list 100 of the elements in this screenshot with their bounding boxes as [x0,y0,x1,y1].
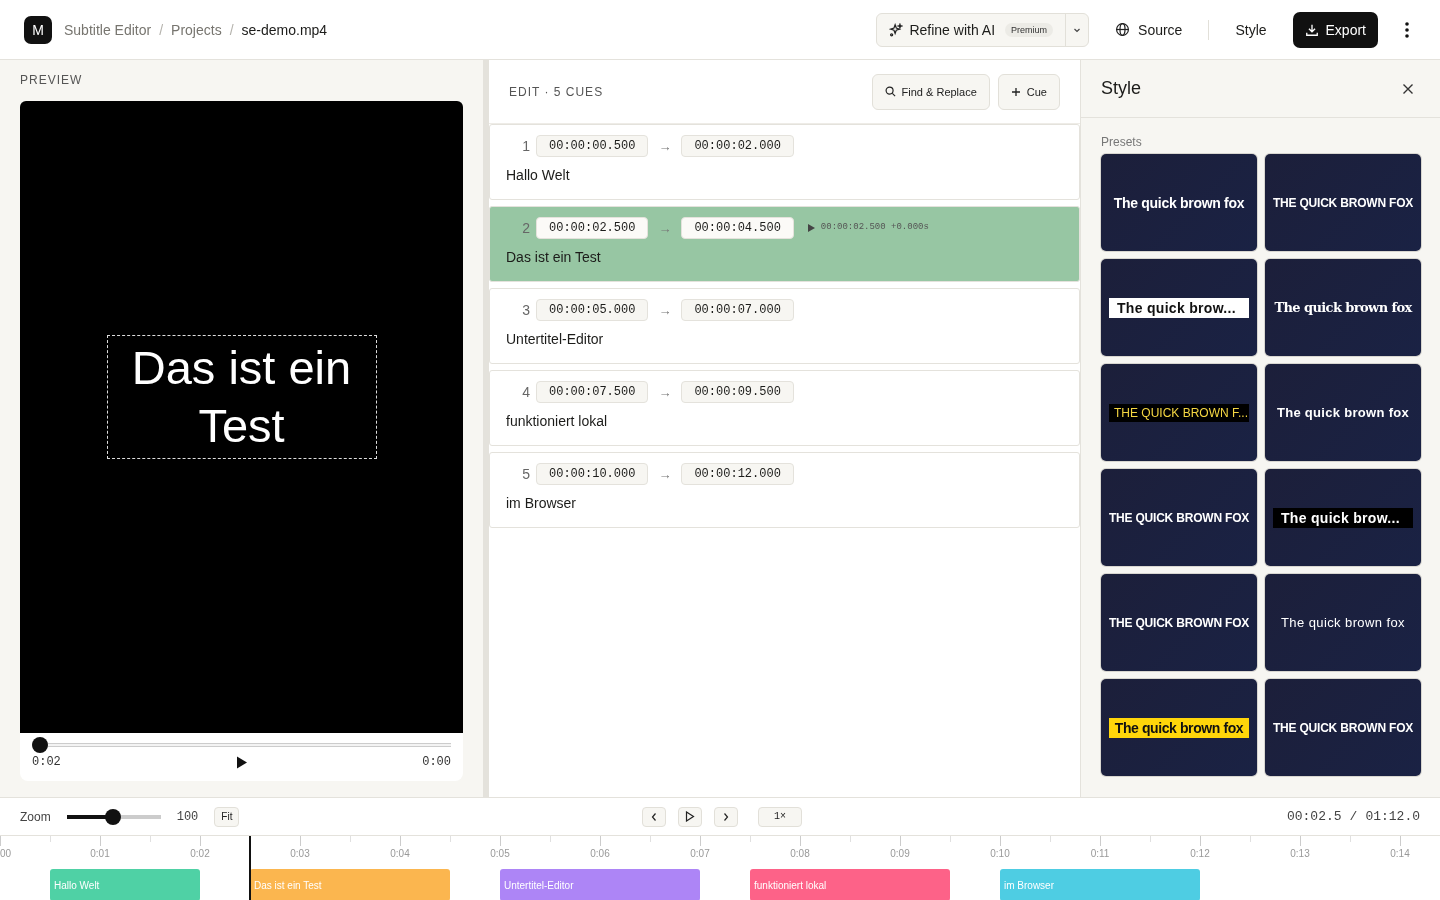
time-tick-label: 0:02 [190,848,210,859]
breadcrumb-separator: / [229,21,234,38]
style-preset[interactable]: THE QUICK BROWN FOX [1101,574,1257,671]
end-time-field[interactable]: 00:00:07.000 [681,299,794,321]
arrow-glyph: → [658,466,672,482]
refine-button[interactable]: Refine with AI Premium [877,13,1067,46]
time-tick-label: 0:05 [490,848,510,859]
time-tick-label: 0:08 [790,848,810,859]
preset-sample: THE QUICK BROWN FOX [1272,195,1414,210]
playhead-position: 00:00:02.500 +0.000s [820,222,929,232]
end-time-field[interactable]: 00:00:12.000 [681,463,794,485]
cue-text[interactable]: im Browser [506,495,1063,511]
breadcrumb-link[interactable]: Subtitle Editor [64,21,152,38]
style-preset[interactable]: The quick brown fox [1265,574,1421,671]
time-tick-label: 0:13 [1290,848,1310,859]
preset-sample: THE QUICK BROWN FOX [1108,615,1250,630]
seek-thumb[interactable] [32,737,49,753]
preview-heading: PREVIEW [20,73,84,87]
preset-sample: The quick brown fox [1274,300,1412,315]
cue-card[interactable]: 3 00:00:05.000 → 00:00:07.000 Untertitel-Editor [489,288,1080,364]
preset-sample: The quick brown fox [1281,615,1405,630]
style-preset[interactable]: THE QUICK BROWN FOX [1101,469,1257,566]
cue-text[interactable]: Untertitel-Editor [506,331,1063,347]
cue-text[interactable]: Hallo Welt [506,167,1063,183]
editor-heading: EDIT · 5 CUES [509,84,604,99]
style-preset[interactable]: THE QUICK BROWN FOX [1265,154,1421,251]
elapsed-time: 0:02 [32,755,61,769]
cue-card[interactable]: 1 00:00:00.500 → 00:00:02.000 Hallo Welt [489,124,1080,200]
close-icon[interactable] [1402,82,1414,95]
time-tick-label: 0:07 [690,848,710,859]
fit-button[interactable]: Fit [214,806,240,827]
style-preset[interactable]: The quick brown fox [1101,154,1257,251]
total-duration: 01:12.0 [1365,809,1420,824]
speed-button[interactable]: 1× [758,806,802,827]
time-tick-label: 0:06 [590,848,610,859]
search-icon [884,86,896,97]
export-button[interactable]: Export [1292,11,1378,48]
style-preset[interactable]: The quick brow... [1265,469,1421,566]
cue-card[interactable]: 2 00:00:02.500 → 00:00:04.500 00:00:02.500 +0.000s Das ist ein Test [489,206,1080,282]
start-time-field[interactable]: 00:00:00.500 [536,135,649,157]
breadcrumb-link[interactable]: Projects [171,21,222,38]
preset-sample: The quick brown fox [1113,194,1245,211]
chevron-left-icon [650,811,658,822]
end-time-field[interactable]: 00:00:04.500 [681,217,794,239]
more-icon[interactable] [1404,20,1410,39]
source-button[interactable]: Source [1101,12,1197,47]
cue-text[interactable]: funktioniert lokal [506,413,1063,429]
cue-card[interactable]: 4 00:00:07.500 → 00:00:09.500 funktioniert lokal [489,370,1080,446]
add-cue-button[interactable]: Cue [997,73,1060,110]
preset-sample: The quick brown fox [1276,405,1410,420]
start-time-field[interactable]: 00:00:05.000 [536,299,649,321]
plus-icon [1010,86,1021,97]
cue-number: 4 [521,384,530,400]
time-tick-label: 0:11 [1090,848,1110,859]
zoom-label: Zoom [20,809,51,824]
cue-card[interactable]: 5 00:00:10.000 → 00:00:12.000 im Browser [489,452,1080,528]
style-preset[interactable]: THE QUICK BROWN F... [1101,364,1257,461]
arrow-glyph: → [658,384,672,400]
find-replace-button[interactable]: Find & Replace [871,73,990,110]
play-button[interactable] [678,806,702,827]
cue-number: 2 [521,220,530,236]
play-icon [685,811,695,822]
panel-title: Style [1101,78,1142,99]
app-logo[interactable]: M [24,15,52,44]
preset-sample: THE QUICK BROWN FOX [1108,510,1250,525]
style-preset[interactable]: The quick brown fox [1265,259,1421,356]
end-time-field[interactable]: 00:00:02.000 [681,135,794,157]
start-time-field[interactable]: 00:00:02.500 [536,217,649,239]
end-time-field[interactable]: 00:00:09.500 [681,381,794,403]
chevron-right-icon [722,811,730,822]
arrow-glyph: → [658,220,672,236]
preset-sample: The quick brow... [1109,297,1249,318]
start-time-field[interactable]: 00:00:07.500 [536,381,649,403]
time-tick-label: 00 [0,848,12,859]
presets-label: Presets [1101,135,1143,149]
time-tick-label: 0:14 [1390,848,1410,859]
cue-number: 3 [521,302,530,318]
subtitle-overlay[interactable]: Das ist ein Test [106,335,377,459]
sparkle-icon [889,22,904,37]
start-time-field[interactable]: 00:00:10.000 [536,463,649,485]
time-tick-label: 0:03 [290,848,310,859]
style-preset[interactable]: THE QUICK BROWN FOX [1265,679,1421,776]
play-icon[interactable] [235,755,248,769]
style-preset[interactable]: The quick brown fox [1101,679,1257,776]
previous-button[interactable] [642,806,666,827]
cue-text[interactable]: Das ist ein Test [506,249,1063,265]
next-button[interactable] [714,806,738,827]
breadcrumb-link[interactable]: se-demo.mp4 [241,21,328,38]
style-preset[interactable]: The quick brow... [1101,259,1257,356]
breadcrumb-separator: / [159,21,164,38]
zoom-value: 100 [176,809,199,824]
arrow-glyph: → [658,138,672,154]
style-preset[interactable]: The quick brown fox [1265,364,1421,461]
cue-number: 5 [521,466,530,482]
time-tick-label: 0:09 [890,848,910,859]
preset-sample: The quick brow... [1273,507,1413,528]
globe-icon [1115,22,1131,37]
preset-sample: The quick brown fox [1108,717,1250,738]
zoom-thumb[interactable] [104,808,121,825]
style-button[interactable]: Style [1221,12,1281,47]
